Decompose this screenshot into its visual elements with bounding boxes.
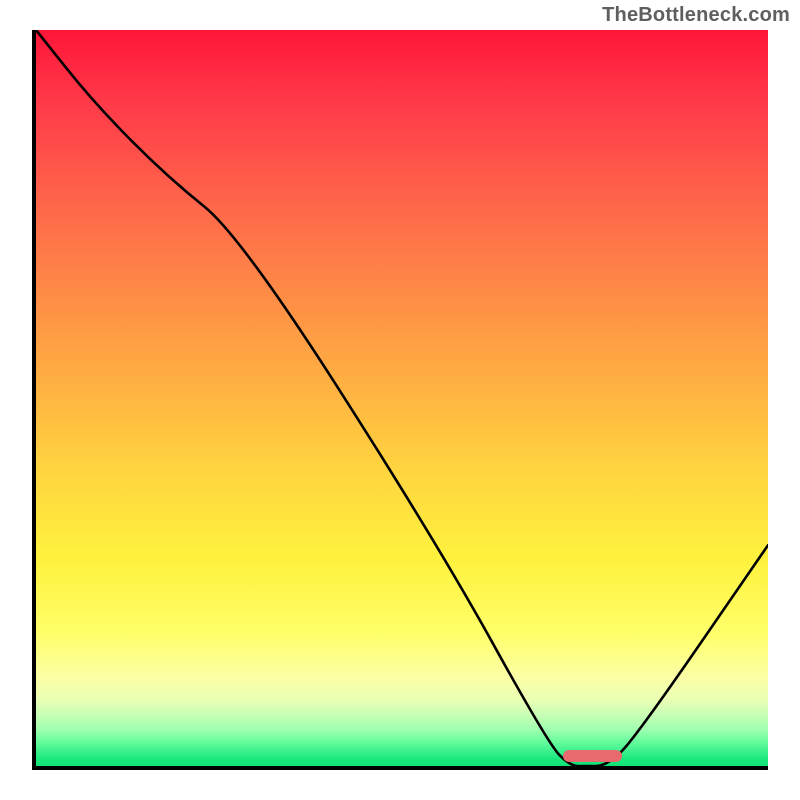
watermark-text: TheBottleneck.com	[602, 4, 790, 27]
plot-area	[32, 30, 768, 770]
bottleneck-curve	[36, 30, 768, 766]
chart-container: TheBottleneck.com	[0, 0, 800, 800]
optimal-range-indicator	[563, 750, 622, 762]
